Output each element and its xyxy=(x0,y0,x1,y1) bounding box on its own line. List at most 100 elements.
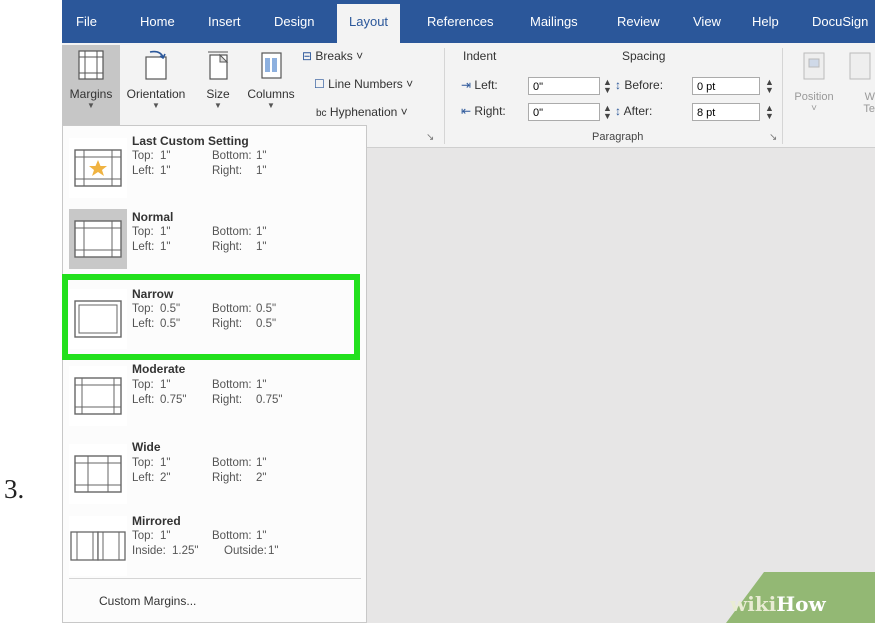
paragraph-group-label: Paragraph xyxy=(592,131,644,143)
margin-option-wide[interactable]: Wide Top: 1" Bottom: 1" Left: 2" Right: 2" xyxy=(63,440,366,518)
orientation-label: Orientation xyxy=(126,87,186,101)
margin-option-row2: Left: 1" Right: 1" xyxy=(132,241,267,253)
indent-right-spinner-icon[interactable]: ▲ ▼ xyxy=(603,104,612,121)
hyphenation-label: Hyphenation ˅ xyxy=(329,105,408,119)
size-caret-icon: ▼ xyxy=(214,101,222,110)
tab-home[interactable]: Home xyxy=(140,0,175,43)
breaks-button[interactable]: ⊟ Breaks ˅ xyxy=(302,49,363,63)
columns-icon xyxy=(261,52,282,79)
spacing-before-label: Before: xyxy=(624,78,664,92)
narrow-highlight-box xyxy=(62,274,360,360)
spacing-after-field[interactable]: 8 pt xyxy=(692,103,760,121)
normal-thumbnail-icon xyxy=(69,209,127,269)
spacing-header: Spacing xyxy=(622,49,666,63)
margins-button[interactable]: Margins ▼ xyxy=(62,45,120,125)
margin-option-row2: Inside: 1.25" Outside:1" xyxy=(132,545,279,557)
menu-divider xyxy=(69,578,361,579)
group-divider xyxy=(782,48,783,144)
margin-option-row1: Top: 1" Bottom: 1" xyxy=(132,150,267,162)
margin-option-name: Moderate xyxy=(132,362,186,376)
wrap-text-icon xyxy=(849,52,870,80)
indent-right-icon: ⇤ xyxy=(461,104,472,118)
margin-option-name: Normal xyxy=(132,210,174,224)
size-button[interactable]: Size ▼ xyxy=(196,45,240,125)
spacing-before-spinner-icon[interactable]: ▲ ▼ xyxy=(765,78,774,95)
orientation-caret-icon: ▼ xyxy=(152,101,160,110)
step-number: 3. xyxy=(4,474,25,504)
margins-label: Margins xyxy=(69,87,113,101)
columns-button[interactable]: Columns ▼ xyxy=(244,45,298,125)
margin-option-row2: Left: 1" Right: 1" xyxy=(132,165,267,177)
word-window: File Home Insert Design Layout Reference… xyxy=(62,0,875,623)
tab-mailings[interactable]: Mailings xyxy=(530,0,578,43)
line-numbers-button[interactable]: ☐ Line Numbers ˅ xyxy=(314,77,413,91)
spacing-after-label-wrap: ↕ After: xyxy=(615,104,652,118)
wide-thumbnail-icon xyxy=(69,444,127,504)
position-label: Position xyxy=(794,91,834,103)
moderate-thumbnail-icon xyxy=(69,366,127,426)
size-icon xyxy=(208,51,229,80)
page-setup-launcher-icon[interactable]: ↘ xyxy=(426,132,434,143)
indent-header: Indent xyxy=(463,49,497,63)
hyphenation-button[interactable]: bc Hyphenation ˅ xyxy=(316,105,408,119)
breaks-icon: ⊟ xyxy=(302,49,313,63)
spacing-after-spinner-icon[interactable]: ▲ ▼ xyxy=(765,104,774,121)
margins-caret-icon: ▼ xyxy=(87,101,95,110)
indent-left-spinner-icon[interactable]: ▲ ▼ xyxy=(603,78,612,95)
margin-option-row1: Top: 1" Bottom: 1" xyxy=(132,379,267,391)
tab-layout[interactable]: Layout xyxy=(337,4,401,43)
tab-design[interactable]: Design xyxy=(274,0,314,43)
wrap-text-button[interactable]: W Te xyxy=(842,45,875,125)
margin-option-row1: Top: 1" Bottom: 1" xyxy=(132,226,267,238)
margin-option-last-custom[interactable]: Last Custom Setting Top: 1" Bottom: 1" Left… xyxy=(63,130,366,208)
hyphenation-icon: bc xyxy=(316,108,327,119)
indent-right-label: Right: xyxy=(474,104,506,118)
paragraph-launcher-icon[interactable]: ↘ xyxy=(769,132,777,143)
margin-option-name: Wide xyxy=(132,440,161,454)
tab-references[interactable]: References xyxy=(427,0,493,43)
spacing-before-label-wrap: ↕ Before: xyxy=(615,78,663,92)
indent-left-icon: ⇥ xyxy=(461,78,472,92)
wrap-text-label: W xyxy=(864,91,875,103)
spacing-after-label: After: xyxy=(623,104,653,118)
indent-right-field[interactable]: 0" xyxy=(528,103,600,121)
mirrored-thumbnail-icon xyxy=(69,516,127,576)
position-caret-icon: ˅ xyxy=(811,103,817,114)
indent-left-field[interactable]: 0" xyxy=(528,77,600,95)
indent-left-label-wrap: ⇥ Left: xyxy=(461,78,498,92)
tab-view[interactable]: View xyxy=(693,0,721,43)
tab-help[interactable]: Help xyxy=(752,0,779,43)
margin-option-row2: Left: 2" Right: 2" xyxy=(132,472,267,484)
spacing-before-icon: ↕ xyxy=(615,78,621,92)
line-numbers-icon: ☐ xyxy=(314,77,325,91)
custom-margins-button[interactable]: Custom Margins... xyxy=(99,594,196,608)
tab-file[interactable]: File xyxy=(76,0,97,43)
size-label: Size xyxy=(206,87,230,101)
position-button[interactable]: Position ˅ xyxy=(790,45,838,125)
spacing-before-field[interactable]: 0 pt xyxy=(692,77,760,95)
indent-left-label: Left: xyxy=(474,78,498,92)
indent-right-label-wrap: ⇤ Right: xyxy=(461,104,506,118)
tab-insert[interactable]: Insert xyxy=(208,0,241,43)
margins-icon xyxy=(78,50,104,80)
last-custom-thumbnail-icon xyxy=(69,138,127,198)
orientation-icon xyxy=(145,50,167,80)
tab-review[interactable]: Review xyxy=(617,0,660,43)
position-icon xyxy=(803,52,825,80)
margin-option-name: Last Custom Setting xyxy=(132,134,249,148)
margin-option-row1: Top: 1" Bottom: 1" xyxy=(132,530,267,542)
columns-label: Columns xyxy=(247,87,295,101)
columns-caret-icon: ▼ xyxy=(267,101,275,110)
margin-option-row1: Top: 1" Bottom: 1" xyxy=(132,457,267,469)
tab-docusign[interactable]: DocuSign xyxy=(812,0,868,43)
margins-dropdown: Last Custom Setting Top: 1" Bottom: 1" Left… xyxy=(62,125,367,623)
orientation-button[interactable]: Orientation ▼ xyxy=(120,45,192,125)
group-divider xyxy=(444,48,445,144)
margin-option-moderate[interactable]: Moderate Top: 1" Bottom: 1" Left: 0.75" Right… xyxy=(63,362,366,440)
line-numbers-label: Line Numbers ˅ xyxy=(328,77,414,91)
margin-option-normal[interactable]: Normal Top: 1" Bottom: 1" Left: 1" Right: 1" xyxy=(63,206,366,284)
margin-option-name: Mirrored xyxy=(132,514,181,528)
wikihow-logo: wikiHow xyxy=(730,592,826,616)
wrap-text-label-2: Te xyxy=(863,103,875,115)
ribbon-tab-bar: File Home Insert Design Layout Reference… xyxy=(62,0,875,43)
